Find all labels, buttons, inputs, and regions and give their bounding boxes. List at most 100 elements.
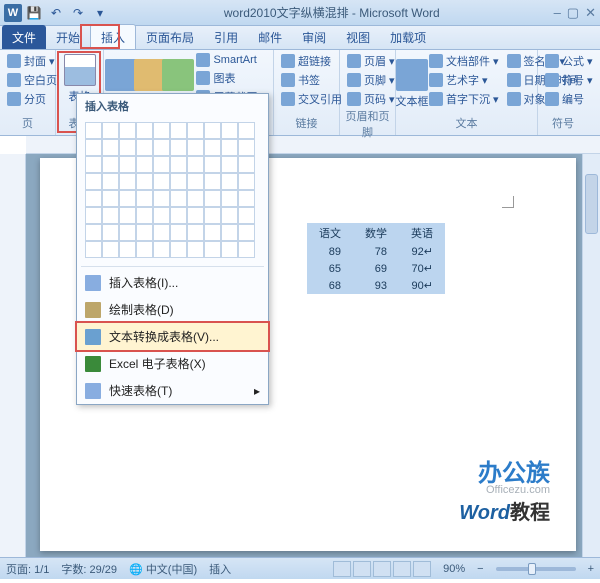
status-lang[interactable]: 🌐 中文(中国) xyxy=(129,561,197,577)
close-button[interactable]: ✕ xyxy=(585,5,596,21)
grid-cell[interactable] xyxy=(85,139,102,156)
grid-cell[interactable] xyxy=(102,190,119,207)
tab-view[interactable]: 视图 xyxy=(336,25,380,49)
grid-cell[interactable] xyxy=(221,173,238,190)
excel-spreadsheet-item[interactable]: Excel 电子表格(X) xyxy=(77,350,268,377)
status-words[interactable]: 字数: 29/29 xyxy=(61,561,117,577)
grid-cell[interactable] xyxy=(119,190,136,207)
draw-table-item[interactable]: 绘制表格(D) xyxy=(77,296,268,323)
tab-addins[interactable]: 加载项 xyxy=(380,25,436,49)
fullscreen-view[interactable] xyxy=(353,561,371,577)
textbox-button[interactable]: 文本框 xyxy=(400,52,424,115)
grid-cell[interactable] xyxy=(85,190,102,207)
tab-file[interactable]: 文件 xyxy=(2,25,46,49)
header-button[interactable]: 页眉▾ xyxy=(344,52,398,70)
grid-cell[interactable] xyxy=(238,190,255,207)
grid-cell[interactable] xyxy=(119,139,136,156)
grid-cell[interactable] xyxy=(85,122,102,139)
footer-button[interactable]: 页脚▾ xyxy=(344,71,398,89)
grid-cell[interactable] xyxy=(204,156,221,173)
blank-page-button[interactable]: 空白页 xyxy=(4,71,60,89)
grid-cell[interactable] xyxy=(102,122,119,139)
print-layout-view[interactable] xyxy=(333,561,351,577)
status-page[interactable]: 页面: 1/1 xyxy=(6,561,49,577)
zoom-thumb[interactable] xyxy=(528,563,536,575)
grid-cell[interactable] xyxy=(221,224,238,241)
vertical-ruler[interactable] xyxy=(0,154,26,557)
grid-cell[interactable] xyxy=(204,224,221,241)
quickparts-button[interactable]: 文档部件▾ xyxy=(426,52,502,70)
number-button[interactable]: 编号 xyxy=(542,90,596,108)
grid-cell[interactable] xyxy=(170,224,187,241)
redo-button[interactable]: ↷ xyxy=(68,3,88,23)
grid-cell[interactable] xyxy=(85,173,102,190)
vertical-scrollbar[interactable] xyxy=(582,154,600,557)
insert-table-item[interactable]: 插入表格(I)... xyxy=(77,269,268,296)
grid-cell[interactable] xyxy=(170,156,187,173)
grid-cell[interactable] xyxy=(238,224,255,241)
grid-cell[interactable] xyxy=(153,241,170,258)
grid-cell[interactable] xyxy=(119,173,136,190)
grid-cell[interactable] xyxy=(136,207,153,224)
grid-cell[interactable] xyxy=(221,156,238,173)
grid-cell[interactable] xyxy=(119,156,136,173)
dropcap-button[interactable]: 首字下沉▾ xyxy=(426,90,502,108)
chart-button[interactable]: 图表 xyxy=(193,69,269,87)
grid-cell[interactable] xyxy=(153,173,170,190)
word-app-icon[interactable]: W xyxy=(4,4,22,22)
grid-cell[interactable] xyxy=(238,122,255,139)
pagenum-button[interactable]: 页码▾ xyxy=(344,90,398,108)
grid-cell[interactable] xyxy=(187,139,204,156)
grid-cell[interactable] xyxy=(221,122,238,139)
grid-cell[interactable] xyxy=(238,156,255,173)
grid-cell[interactable] xyxy=(170,173,187,190)
grid-cell[interactable] xyxy=(204,190,221,207)
page-break-button[interactable]: 分页 xyxy=(4,90,60,108)
tab-mailings[interactable]: 邮件 xyxy=(248,25,292,49)
grid-cell[interactable] xyxy=(102,173,119,190)
grid-cell[interactable] xyxy=(85,156,102,173)
grid-cell[interactable] xyxy=(102,241,119,258)
undo-button[interactable]: ↶ xyxy=(46,3,66,23)
grid-cell[interactable] xyxy=(204,241,221,258)
grid-cell[interactable] xyxy=(221,207,238,224)
grid-cell[interactable] xyxy=(102,156,119,173)
grid-cell[interactable] xyxy=(204,173,221,190)
save-button[interactable]: 💾 xyxy=(24,3,44,23)
grid-cell[interactable] xyxy=(204,122,221,139)
zoom-in-button[interactable]: + xyxy=(588,563,594,575)
grid-cell[interactable] xyxy=(187,156,204,173)
grid-cell[interactable] xyxy=(170,139,187,156)
grid-cell[interactable] xyxy=(221,139,238,156)
minimize-button[interactable]: – xyxy=(554,5,561,21)
qat-more-icon[interactable]: ▾ xyxy=(90,3,110,23)
grid-cell[interactable] xyxy=(119,224,136,241)
grid-cell[interactable] xyxy=(136,156,153,173)
grid-cell[interactable] xyxy=(102,224,119,241)
grid-cell[interactable] xyxy=(204,139,221,156)
grid-cell[interactable] xyxy=(136,173,153,190)
grid-cell[interactable] xyxy=(170,190,187,207)
zoom-slider[interactable] xyxy=(496,567,576,571)
grid-cell[interactable] xyxy=(187,122,204,139)
grid-cell[interactable] xyxy=(187,190,204,207)
quick-tables-item[interactable]: 快速表格(T)▸ xyxy=(77,377,268,404)
outline-view[interactable] xyxy=(393,561,411,577)
draft-view[interactable] xyxy=(413,561,431,577)
grid-cell[interactable] xyxy=(85,207,102,224)
grid-cell[interactable] xyxy=(238,173,255,190)
grid-cell[interactable] xyxy=(136,241,153,258)
grid-cell[interactable] xyxy=(204,207,221,224)
web-view[interactable] xyxy=(373,561,391,577)
equation-button[interactable]: 公式▾ xyxy=(542,52,596,70)
grid-cell[interactable] xyxy=(153,190,170,207)
grid-cell[interactable] xyxy=(136,139,153,156)
grid-cell[interactable] xyxy=(187,173,204,190)
grid-cell[interactable] xyxy=(153,224,170,241)
grid-cell[interactable] xyxy=(136,122,153,139)
grid-cell[interactable] xyxy=(136,190,153,207)
grid-cell[interactable] xyxy=(170,122,187,139)
restore-button[interactable]: ▢ xyxy=(567,5,579,21)
table-size-grid[interactable] xyxy=(77,118,268,264)
selected-text-table[interactable]: 语文数学英语 897892↵ 656970↵ 689390↵ xyxy=(307,223,445,294)
